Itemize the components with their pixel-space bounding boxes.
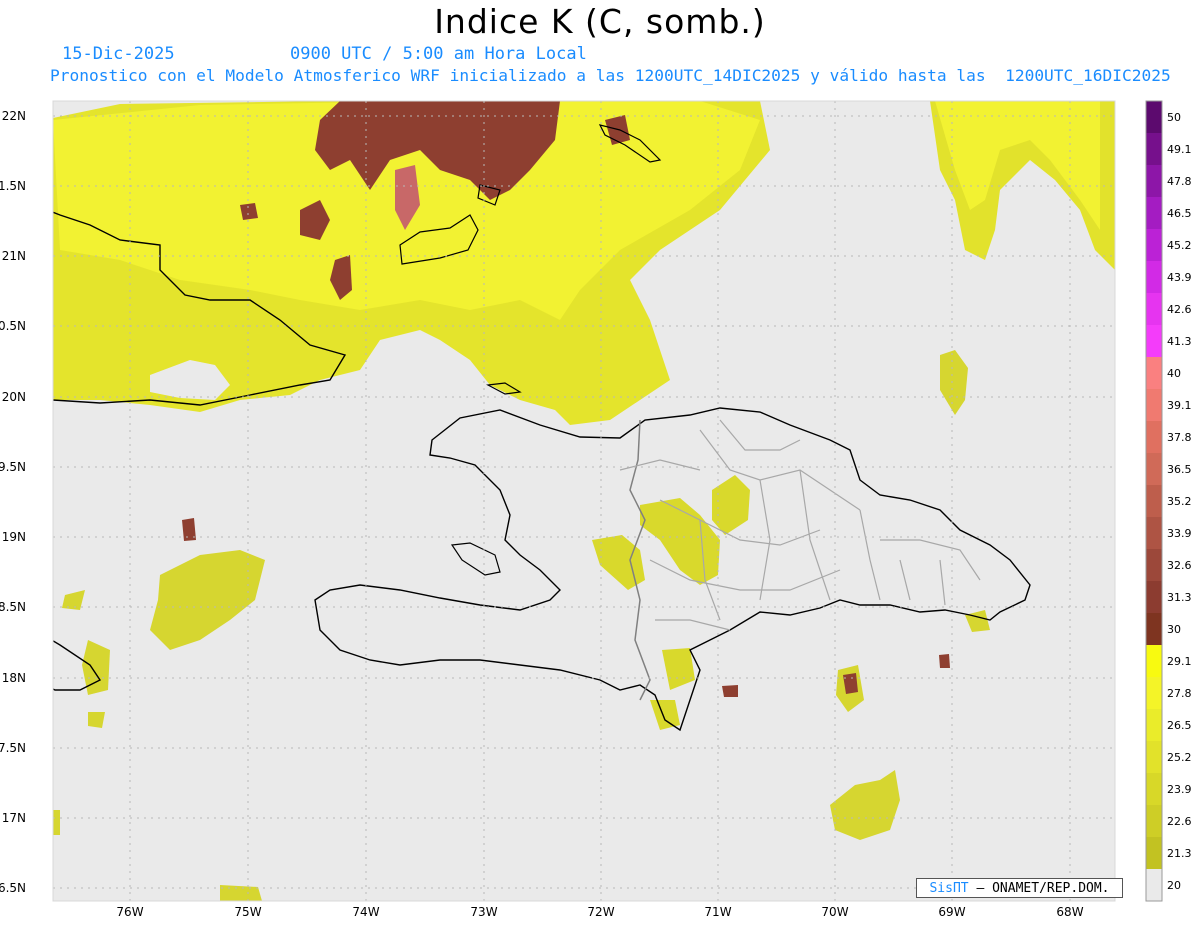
colorbar-swatch — [1146, 165, 1162, 198]
colorbar-swatch — [1146, 485, 1162, 518]
k-field-west-4 — [88, 712, 105, 728]
lon-label: 73W — [470, 905, 497, 919]
lat-label: 17N — [2, 811, 26, 825]
lon-label: 76W — [116, 905, 143, 919]
lat-label: 22N — [2, 109, 26, 123]
colorbar-label: 26.5 — [1167, 719, 1192, 732]
lat-label: 8.5N — [0, 600, 26, 614]
colorbar-label: 30 — [1167, 623, 1181, 636]
colorbar-swatch — [1146, 677, 1162, 710]
k-high-spot-2 — [722, 685, 738, 697]
lat-label: 6.5N — [0, 881, 26, 895]
lon-label: 70W — [821, 905, 848, 919]
lon-label: 74W — [352, 905, 379, 919]
colorbar-label: 35.2 — [1167, 495, 1192, 508]
colorbar: 50 49.1 47.8 46.5 45.2 43.9 42.6 41.3 40 39.1 37.8… — [1145, 100, 1192, 902]
colorbar-swatch — [1146, 261, 1162, 294]
credit-box: SisПT – ONAMET/REP.DOM. — [916, 878, 1123, 898]
colorbar-label: 46.5 — [1167, 207, 1192, 220]
colorbar-label: 23.9 — [1167, 783, 1192, 796]
lon-label: 75W — [234, 905, 261, 919]
colorbar-swatch — [1146, 421, 1162, 454]
colorbar-swatch — [1146, 133, 1162, 166]
lat-label: 7.5N — [0, 741, 26, 755]
colorbar-swatch — [1146, 453, 1162, 486]
colorbar-label: 27.8 — [1167, 687, 1192, 700]
colorbar-swatch — [1146, 741, 1162, 774]
colorbar-swatch — [1146, 229, 1162, 262]
colorbar-label: 41.3 — [1167, 335, 1192, 348]
colorbar-label: 25.2 — [1167, 751, 1192, 764]
colorbar-swatch — [1146, 709, 1162, 742]
lon-label: 69W — [938, 905, 965, 919]
colorbar-label: 49.1 — [1167, 143, 1192, 156]
k-high-spot-1 — [182, 518, 196, 541]
colorbar-swatch — [1146, 357, 1162, 390]
colorbar-swatch — [1146, 389, 1162, 422]
colorbar-label: 39.1 — [1167, 399, 1192, 412]
colorbar-label: 43.9 — [1167, 271, 1192, 284]
colorbar-swatch — [1146, 613, 1162, 646]
colorbar-swatch — [1146, 869, 1162, 902]
lat-label: 18N — [2, 671, 26, 685]
colorbar-label: 21.3 — [1167, 847, 1192, 860]
lon-label: 71W — [704, 905, 731, 919]
colorbar-swatch — [1146, 837, 1162, 870]
k-high-5 — [240, 203, 258, 220]
colorbar-label: 50 — [1167, 111, 1181, 124]
colorbar-label: 32.6 — [1167, 559, 1192, 572]
colorbar-label: 29.1 — [1167, 655, 1192, 668]
colorbar-swatch — [1146, 197, 1162, 230]
lat-label: 19N — [2, 530, 26, 544]
credit-org: – ONAMET/REP.DOM. — [976, 881, 1110, 896]
colorbar-label: 36.5 — [1167, 463, 1192, 476]
k-field-west-5 — [53, 810, 60, 835]
lat-label: 20N — [2, 390, 26, 404]
colorbar-swatch — [1146, 101, 1162, 134]
colorbar-swatch — [1146, 517, 1162, 550]
lat-label: 9.5N — [0, 460, 26, 474]
lon-label: 72W — [587, 905, 614, 919]
colorbar-label: 40 — [1167, 367, 1181, 380]
colorbar-swatch — [1146, 581, 1162, 614]
lon-label: 68W — [1056, 905, 1083, 919]
k-field-south-1 — [220, 885, 262, 901]
k-index-map: 22N 1.5N 21N 0.5N 20N 9.5N 19N 8.5N 18N … — [0, 100, 1192, 919]
colorbar-swatch — [1146, 645, 1162, 678]
colorbar-label: 37.8 — [1167, 431, 1192, 444]
colorbar-swatch — [1146, 325, 1162, 358]
colorbar-label: 20 — [1167, 879, 1181, 892]
colorbar-swatch — [1146, 293, 1162, 326]
colorbar-label: 31.3 — [1167, 591, 1192, 604]
colorbar-swatch — [1146, 773, 1162, 806]
colorbar-swatch — [1146, 549, 1162, 582]
colorbar-label: 45.2 — [1167, 239, 1192, 252]
colorbar-label: 22.6 — [1167, 815, 1192, 828]
colorbar-label: 42.6 — [1167, 303, 1192, 316]
colorbar-swatch — [1146, 805, 1162, 838]
colorbar-label: 33.9 — [1167, 527, 1192, 540]
colorbar-label: 47.8 — [1167, 175, 1192, 188]
lat-label: 21N — [2, 249, 26, 263]
lat-label: 1.5N — [0, 179, 26, 193]
lat-label: 0.5N — [0, 319, 26, 333]
credit-brand: SisПT — [929, 881, 969, 896]
k-high-spot-3 — [939, 654, 950, 668]
